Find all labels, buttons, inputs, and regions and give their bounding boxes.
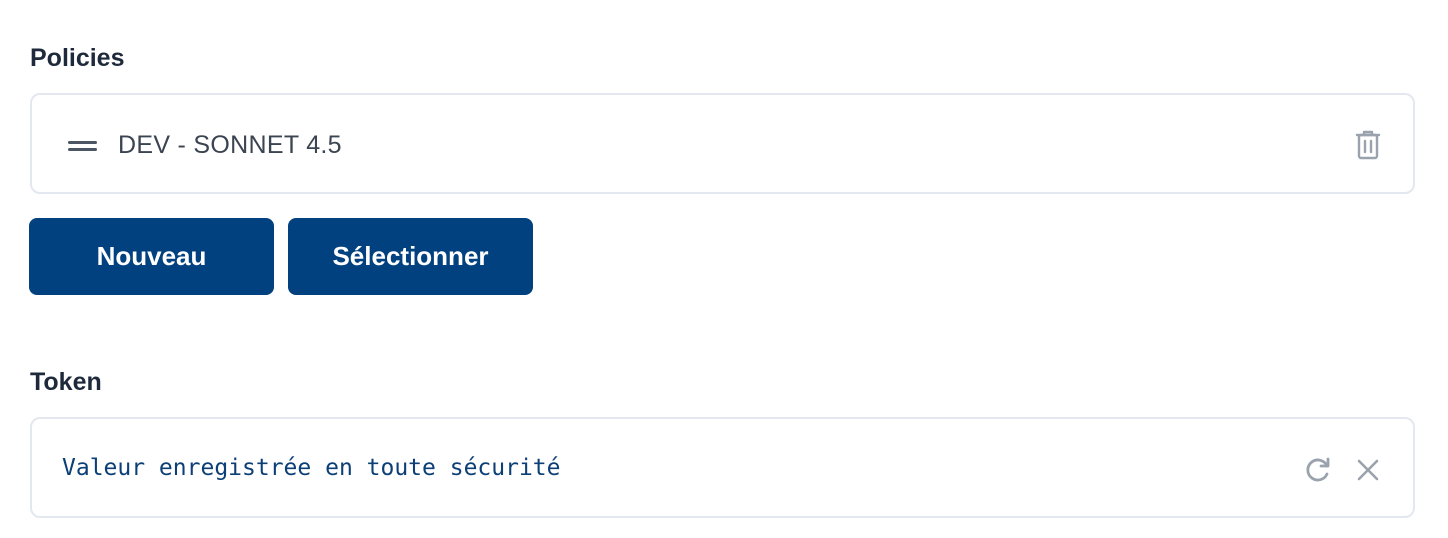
token-value: Valeur enregistrée en toute sécurité [62,455,561,481]
delete-policy-button[interactable] [1350,127,1386,163]
drag-handle-icon[interactable] [68,141,97,151]
token-label: Token [30,368,102,396]
policy-row: DEV - SONNET 4.5 [30,93,1415,194]
trash-icon [1355,130,1381,160]
regenerate-token-button[interactable] [1300,452,1336,488]
policies-label: Policies [30,44,125,72]
clear-token-button[interactable] [1350,452,1386,488]
token-field[interactable]: Valeur enregistrée en toute sécurité [30,417,1415,518]
new-policy-button[interactable]: Nouveau [29,218,274,295]
refresh-icon [1306,457,1330,482]
policy-name: DEV - SONNET 4.5 [118,131,342,159]
select-policy-button[interactable]: Sélectionner [288,218,533,295]
close-icon [1357,459,1379,481]
